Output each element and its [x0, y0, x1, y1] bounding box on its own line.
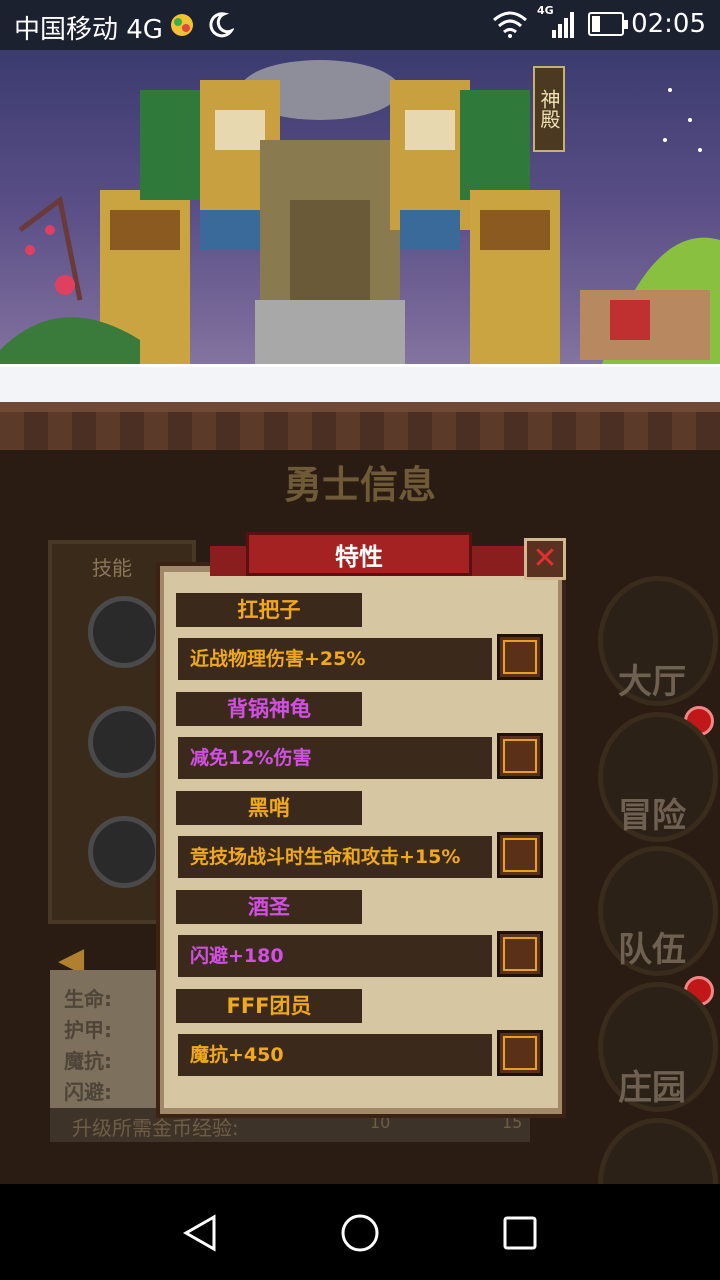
close-button[interactable]: ✕ — [524, 538, 566, 580]
recents-icon[interactable] — [502, 1215, 538, 1251]
battery-icon — [588, 12, 628, 36]
trait-upgrade-button[interactable] — [497, 931, 543, 977]
lock-icon[interactable] — [88, 596, 160, 668]
navigation-bar — [0, 1184, 720, 1280]
app-notification-icon — [171, 14, 193, 36]
trait-description: 魔抗+450 — [178, 1034, 492, 1076]
trait-name: FFF团员 — [176, 989, 362, 1023]
trait-description: 减免12%伤害 — [178, 737, 492, 779]
panel-title: 勇士信息 — [283, 463, 436, 507]
stat-dodge-label: 闪避: — [64, 1080, 112, 1104]
manor-label: 庄园 — [618, 1068, 686, 1108]
adventure-label: 冒险 — [618, 796, 686, 836]
trait-description: 近战物理伤害+25% — [178, 638, 492, 680]
stat-resist-label: 魔抗: — [64, 1049, 112, 1073]
stat-hp-label: 生命: — [64, 987, 112, 1011]
plus-icon — [503, 937, 537, 971]
skills-label: 技能 — [92, 556, 132, 580]
carrier-label: 中国移动 4G — [14, 15, 163, 45]
trait-upgrade-button[interactable] — [497, 733, 543, 779]
moon-icon — [209, 12, 234, 38]
snow-ground — [0, 364, 720, 405]
signal-icon — [552, 12, 574, 38]
temple-artwork — [0, 60, 720, 370]
clock: 02:05 — [631, 9, 706, 39]
trait-upgrade-button[interactable] — [497, 832, 543, 878]
ribbon-tail-right — [468, 546, 528, 576]
home-icon[interactable] — [340, 1213, 380, 1253]
temple-sign: 神殿 — [533, 66, 565, 152]
plus-icon — [503, 739, 537, 773]
trait-upgrade-button[interactable] — [497, 1030, 543, 1076]
team-label: 队伍 — [618, 930, 686, 970]
stat-armor-label: 护甲: — [64, 1018, 112, 1042]
hall-label: 大厅 — [618, 662, 686, 702]
lock-icon[interactable] — [88, 816, 160, 888]
plus-icon — [503, 838, 537, 872]
temple-scene — [0, 50, 720, 450]
wifi-icon — [493, 11, 527, 38]
dirt-ground — [0, 402, 720, 450]
trait-name: 黑哨 — [176, 791, 362, 825]
battery-level — [592, 16, 600, 32]
dialog-title: 特性 — [246, 532, 472, 576]
lock-icon[interactable] — [88, 706, 160, 778]
back-icon[interactable] — [182, 1214, 218, 1252]
plus-icon — [503, 640, 537, 674]
trait-name: 背锅神龟 — [176, 692, 362, 726]
trait-description: 闪避+180 — [178, 935, 492, 977]
trait-name: 酒圣 — [176, 890, 362, 924]
trait-description: 竞技场战斗时生命和攻击+15% — [178, 836, 492, 878]
trait-name: 扛把子 — [176, 593, 362, 627]
trait-upgrade-button[interactable] — [497, 634, 543, 680]
plus-icon — [503, 1036, 537, 1070]
status-bar: 中国移动 4G 4G 02:05 — [0, 0, 720, 50]
